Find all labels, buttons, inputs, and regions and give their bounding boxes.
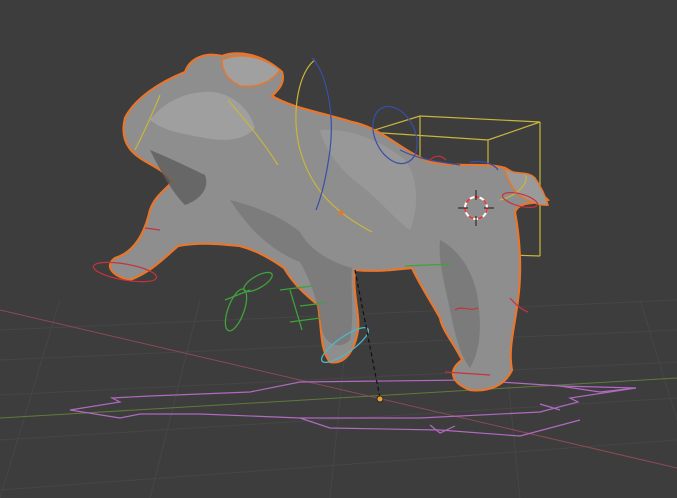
bone-origin-dot bbox=[338, 210, 344, 216]
viewport-canvas[interactable] bbox=[0, 0, 677, 498]
object-origin-icon[interactable] bbox=[376, 395, 384, 403]
3d-viewport[interactable] bbox=[0, 0, 677, 498]
